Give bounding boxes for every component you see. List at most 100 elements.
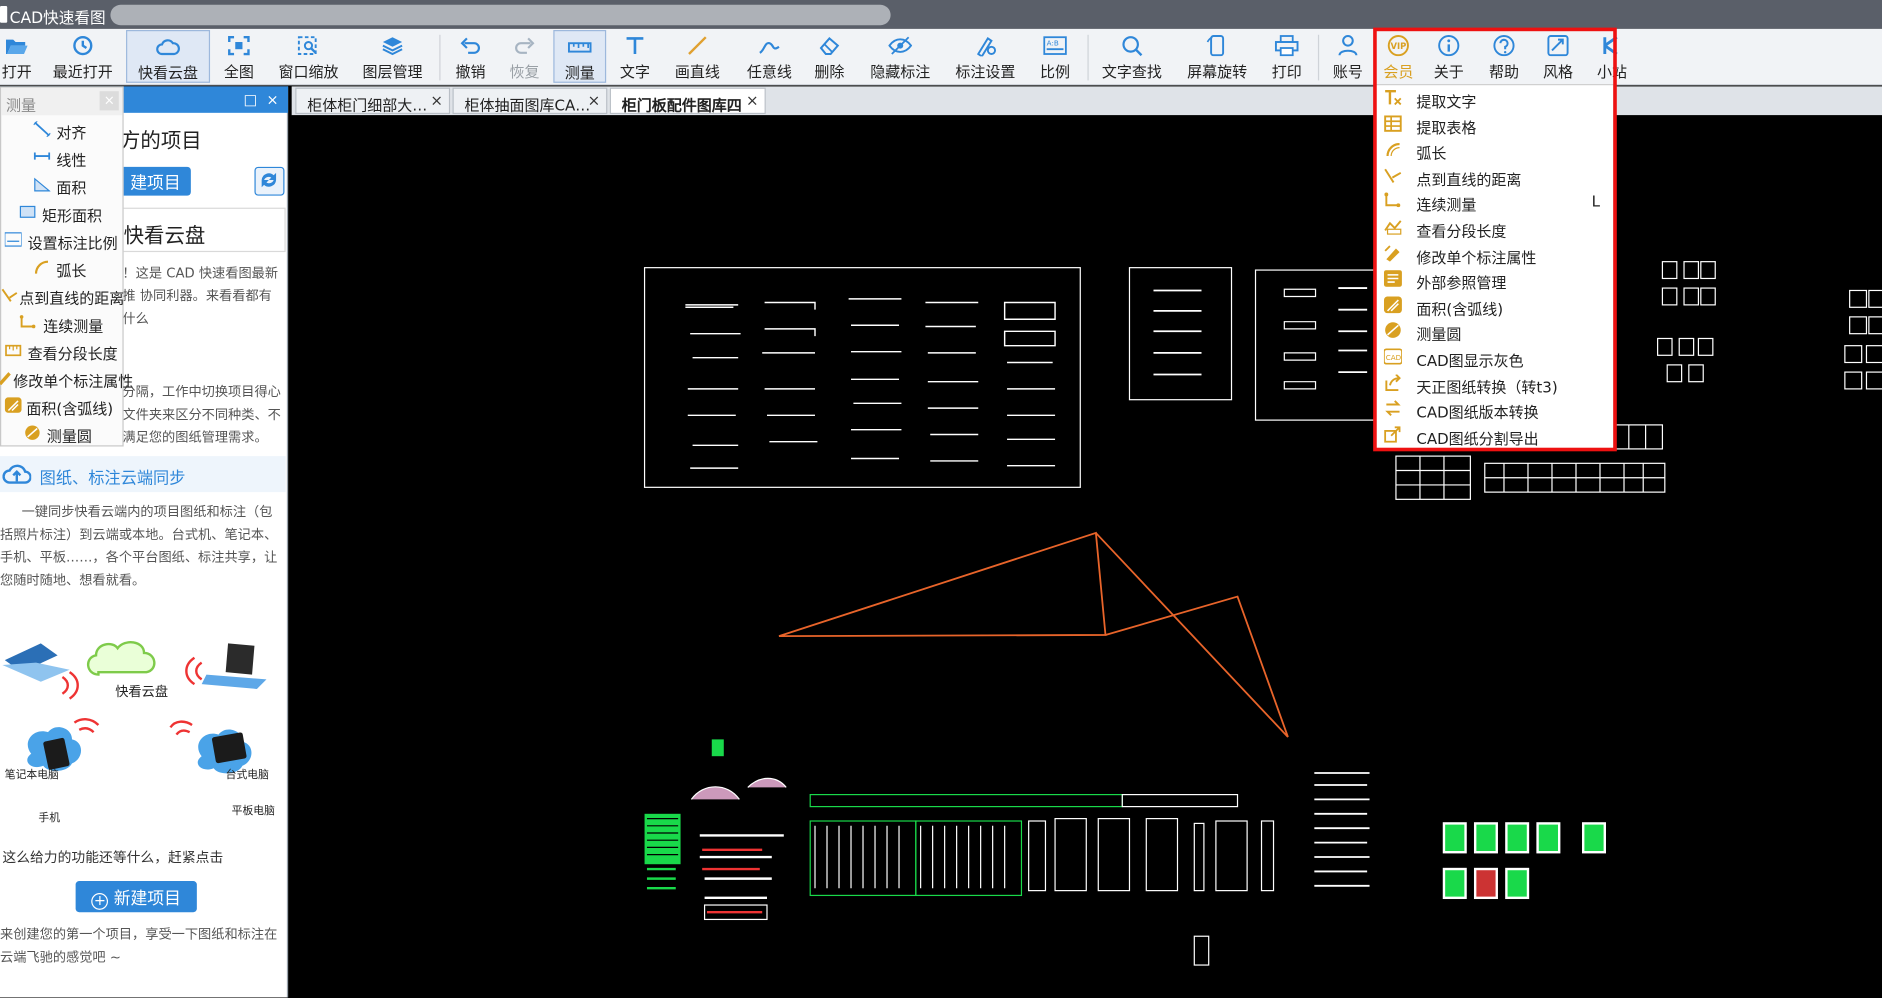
recent-button[interactable]: 最近打开	[48, 30, 118, 83]
menu-item-label: 设置标注比例	[27, 234, 118, 253]
delete-label: 删除	[814, 62, 845, 81]
menu-item-label: 测量圆	[1416, 325, 1462, 344]
measure-menu-close-button[interactable]: ×	[99, 91, 119, 111]
close-panel-button[interactable]: ×	[266, 91, 278, 108]
window-zoom-button[interactable]: 窗口缩放	[274, 30, 344, 83]
redo-button[interactable]: 恢复	[504, 30, 545, 83]
new-project-top-button[interactable]: 建项目	[120, 166, 191, 196]
scale-button[interactable]: A:B 比例	[1035, 30, 1076, 83]
menu-item-continuous-measure[interactable]: 连续测量 L	[1376, 189, 1616, 214]
fit-all-button[interactable]: 全图	[216, 30, 262, 83]
menu-item-extract-text[interactable]: 提取文字	[1376, 85, 1616, 110]
menu-item-extract-table[interactable]: 提取表格	[1376, 111, 1616, 136]
help-label: 帮助	[1488, 62, 1519, 81]
intro-text: ！这是 CAD 快速看图最新推 协同利器。来看看都有什么	[122, 265, 279, 327]
menu-item-segment-length[interactable]: 查看分段长度	[1376, 215, 1616, 240]
vip-button[interactable]: VIP 会员	[1378, 30, 1419, 83]
measure-button[interactable]: 测量	[553, 30, 607, 83]
menu-item-measure-circle[interactable]: 测量圆	[1376, 319, 1616, 344]
menu-item-label: 线性	[56, 151, 87, 170]
svg-text:VIP: VIP	[1391, 41, 1407, 51]
menu-item-label: 弧长	[1416, 144, 1447, 163]
station-button[interactable]: 小站	[1592, 30, 1633, 83]
window-zoom-label: 窗口缩放	[278, 62, 339, 81]
measure-flyout-menu: 测量 × 对齐 线性 面积 矩形面积 设置标注比例 弧长 点到直线的距离 连续测…	[0, 86, 133, 447]
draw-line-button[interactable]: 画直线	[670, 30, 725, 83]
menu-item-segment-length[interactable]: 查看分段长度	[1, 336, 122, 364]
menu-item-align[interactable]: 对齐	[1, 115, 122, 143]
undo-button[interactable]: 撤销	[450, 30, 491, 83]
menu-item-xref-manager[interactable]: 外部参照管理	[1376, 267, 1616, 292]
restore-panel-button[interactable]: □	[244, 91, 258, 108]
cloud-drive-button[interactable]: 快看云盘	[126, 30, 211, 83]
menu-item-arc-length-vip[interactable]: 弧长	[1376, 137, 1616, 162]
tab-cabinet-door-detail[interactable]: 柜体柜门细部大… ×	[295, 87, 451, 115]
menu-item-tangent-convert[interactable]: 天正图纸转换（转t3)	[1376, 370, 1616, 396]
style-button[interactable]: 风格	[1538, 30, 1579, 83]
menu-item-linear[interactable]: 线性	[1, 143, 122, 171]
menu-item-label: 点到直线的距离	[19, 289, 125, 308]
menu-item-edit-annotation[interactable]: 修改单个标注属性	[1376, 241, 1616, 266]
area-measure-icon	[34, 177, 51, 192]
open-button[interactable]: 打开	[0, 30, 34, 83]
menu-item-label: 查看分段长度	[1416, 222, 1507, 241]
menu-item-arc-area[interactable]: 面积(含弧线)	[1376, 293, 1616, 318]
menu-item-arc-length[interactable]: 弧长	[1, 253, 122, 281]
drawing-canvas[interactable]	[291, 115, 1882, 998]
menu-item-edit-annotation[interactable]: 修改单个标注属性	[0, 364, 133, 392]
tablet-caption: 平板电脑	[231, 805, 275, 818]
rotate-screen-button[interactable]: 屏幕旋转	[1182, 30, 1252, 83]
laptop-caption: 笔记本电脑	[4, 769, 59, 782]
split-export-icon	[1384, 426, 1401, 443]
help-button[interactable]: 帮助	[1484, 30, 1525, 83]
menu-item-gray-display[interactable]: CAD CAD图显示灰色	[1376, 344, 1616, 370]
text-search-label: 文字查找	[1101, 62, 1162, 81]
layer-manager-button[interactable]: 图层管理	[358, 30, 428, 83]
menu-item-continuous[interactable]: 连续测量	[1, 308, 122, 336]
tab-close-icon[interactable]: ×	[430, 91, 443, 109]
tab-label: 柜门板配件图库四	[621, 96, 742, 115]
account-button[interactable]: 账号	[1328, 30, 1369, 83]
new-project-button[interactable]: + 新建项目	[75, 881, 197, 913]
rotate-screen-icon	[1206, 35, 1225, 57]
vip-dropdown-menu: 提取文字 提取表格 弧长 点到直线的距离 连续测量 L 查看分段长度 修改单个标注…	[1374, 84, 1616, 451]
menu-item-arc-area[interactable]: 面积(含弧线)	[1, 391, 122, 419]
open-label: 打开	[1, 62, 32, 81]
menu-item-label: 连续测量	[1416, 196, 1477, 215]
menu-item-point-line[interactable]: 点到直线的距离	[1, 281, 125, 309]
delete-button[interactable]: 删除	[809, 30, 850, 83]
menu-item-set-scale[interactable]: 设置标注比例	[1, 226, 122, 254]
xref-icon	[1383, 270, 1402, 288]
text-search-icon	[1122, 36, 1143, 57]
menu-item-split-export[interactable]: CAD图纸分割导出	[1376, 422, 1616, 447]
tab-door-panel-library[interactable]: 柜门板配件图库四 ×	[609, 87, 766, 115]
linear-measure-icon	[33, 152, 51, 160]
measure-circle-icon	[25, 425, 40, 440]
freehand-icon	[759, 42, 780, 54]
hide-annotations-button[interactable]: 隐藏标注	[865, 30, 935, 83]
toolbar-divider	[439, 34, 441, 81]
about-button[interactable]: 关于	[1428, 30, 1469, 83]
profile-sheet-frame	[643, 267, 1081, 488]
freehand-button[interactable]: 任意线	[742, 30, 797, 83]
layer-manager-label: 图层管理	[362, 62, 423, 81]
annotation-settings-button[interactable]: 标注设置	[951, 30, 1021, 83]
tab-cabinet-drawer-library[interactable]: 柜体抽面图库CA… ×	[452, 87, 608, 115]
help-icon	[1493, 35, 1515, 57]
menu-item-measure-circle[interactable]: 测量圆	[1, 419, 122, 447]
menu-item-point-to-line[interactable]: 点到直线的距离	[1376, 163, 1616, 188]
text-button[interactable]: 文字	[615, 30, 656, 83]
menu-item-label: 矩形面积	[42, 206, 103, 225]
about-label: 关于	[1433, 62, 1464, 81]
menu-item-version-convert[interactable]: CAD图纸版本转换	[1376, 396, 1616, 422]
text-search-button[interactable]: 文字查找	[1097, 30, 1167, 83]
tab-close-icon[interactable]: ×	[588, 91, 601, 109]
print-button[interactable]: 打印	[1266, 30, 1307, 83]
tab-close-icon[interactable]: ×	[746, 91, 759, 109]
small-frame-1	[1128, 267, 1233, 401]
cloud-drive-label: 快看云盘	[138, 63, 199, 82]
menu-item-rect-area[interactable]: 矩形面积	[1, 198, 122, 226]
menu-item-area[interactable]: 面积	[1, 170, 122, 198]
bottom-elevations	[644, 739, 1607, 966]
sync-button[interactable]	[254, 166, 285, 196]
